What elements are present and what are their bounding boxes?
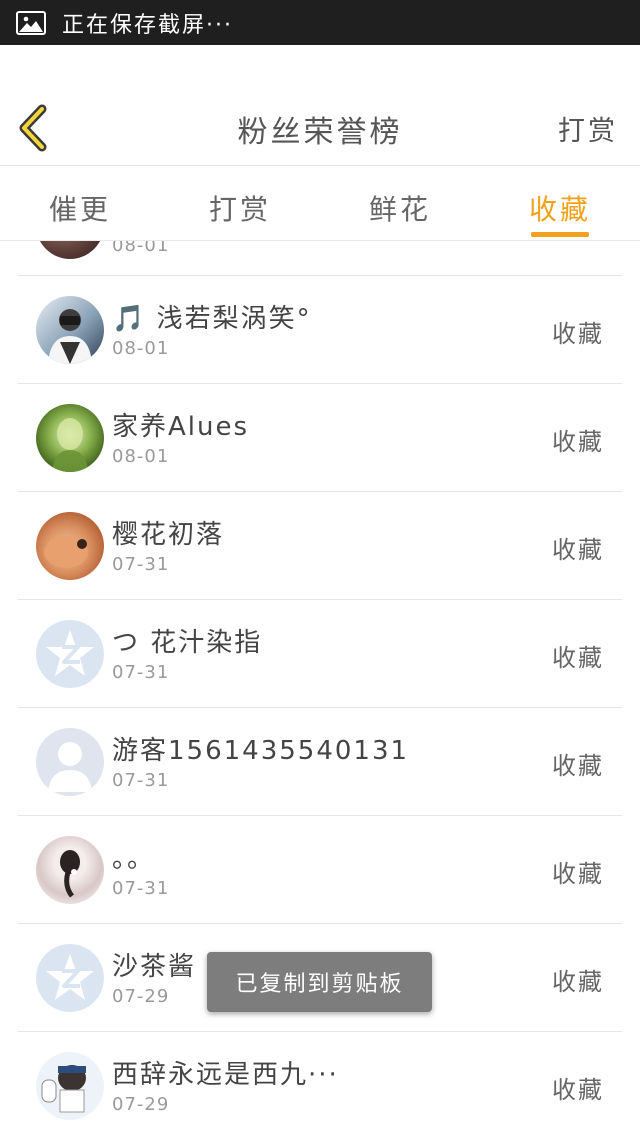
avatar[interactable]	[36, 836, 104, 904]
item-date: 08-01	[112, 241, 170, 256]
avatar[interactable]	[36, 404, 104, 472]
status-bar: 正在保存截屏···	[0, 0, 640, 45]
item-date: 07-31	[112, 770, 170, 791]
status-text: 正在保存截屏···	[62, 12, 233, 38]
page-title: 粉丝荣誉榜	[237, 115, 403, 150]
item-name: 。。	[112, 844, 156, 874]
item-name: 游客1561435540131	[112, 736, 410, 766]
tab-flowers[interactable]: 鲜花	[320, 166, 480, 240]
item-action: 收藏	[552, 320, 604, 348]
item-action: 收藏	[552, 752, 604, 780]
item-action: 收藏	[552, 860, 604, 888]
item-action: 收藏	[552, 536, 604, 564]
item-name: つ 花汁染指	[112, 628, 263, 658]
list-item[interactable]: 。。 07-31 收藏	[18, 816, 622, 924]
avatar[interactable]	[36, 1052, 104, 1120]
avatar[interactable]	[36, 241, 104, 259]
item-action: 收藏	[552, 968, 604, 996]
list-item-partial[interactable]: 08-01	[18, 241, 622, 276]
list-item[interactable]: 游客1561435540131 07-31 收藏	[18, 708, 622, 816]
item-name: 樱花初落	[112, 520, 225, 550]
item-action: 收藏	[552, 644, 604, 672]
qq-star-icon[interactable]	[36, 620, 104, 688]
tab-reward[interactable]: 打赏	[160, 166, 320, 240]
avatar[interactable]	[36, 512, 104, 580]
item-action: 收藏	[552, 1076, 604, 1104]
reward-button[interactable]: 打赏	[558, 109, 618, 148]
item-date: 07-31	[112, 662, 170, 683]
item-name: 家养Alues	[112, 412, 250, 442]
list-item[interactable]: 西辞永远是西九··· 07-29 收藏	[18, 1032, 622, 1138]
tab-favorites[interactable]: 收藏	[480, 166, 640, 240]
item-date: 07-31	[112, 554, 170, 575]
qq-star-icon[interactable]	[36, 944, 104, 1012]
image-icon	[16, 10, 46, 35]
list-item[interactable]: 樱花初落 07-31 收藏	[18, 492, 622, 600]
list-item[interactable]: つ 花汁染指 07-31 收藏	[18, 600, 622, 708]
item-date: 08-01	[112, 446, 170, 467]
item-name: 西辞永远是西九···	[112, 1060, 339, 1090]
tab-urge[interactable]: 催更	[0, 166, 160, 240]
avatar[interactable]	[36, 296, 104, 364]
app-header: 粉丝荣誉榜 打赏	[0, 45, 640, 166]
item-name: 沙茶酱	[112, 952, 197, 982]
item-name: 🎵 浅若梨涡笑°	[112, 304, 312, 334]
item-date: 07-31	[112, 878, 170, 899]
item-action: 收藏	[552, 428, 604, 456]
item-date: 07-29	[112, 986, 170, 1007]
item-date: 08-01	[112, 338, 170, 359]
item-date: 07-29	[112, 1094, 170, 1115]
list-item[interactable]: 家养Alues 08-01 收藏	[18, 384, 622, 492]
list-item[interactable]: 🎵 浅若梨涡笑° 08-01 收藏	[18, 276, 622, 384]
toast-message: 已复制到剪贴板	[207, 952, 432, 1012]
default-user-icon[interactable]	[36, 728, 104, 796]
tab-bar: 催更 打赏 鲜花 收藏	[0, 166, 640, 241]
